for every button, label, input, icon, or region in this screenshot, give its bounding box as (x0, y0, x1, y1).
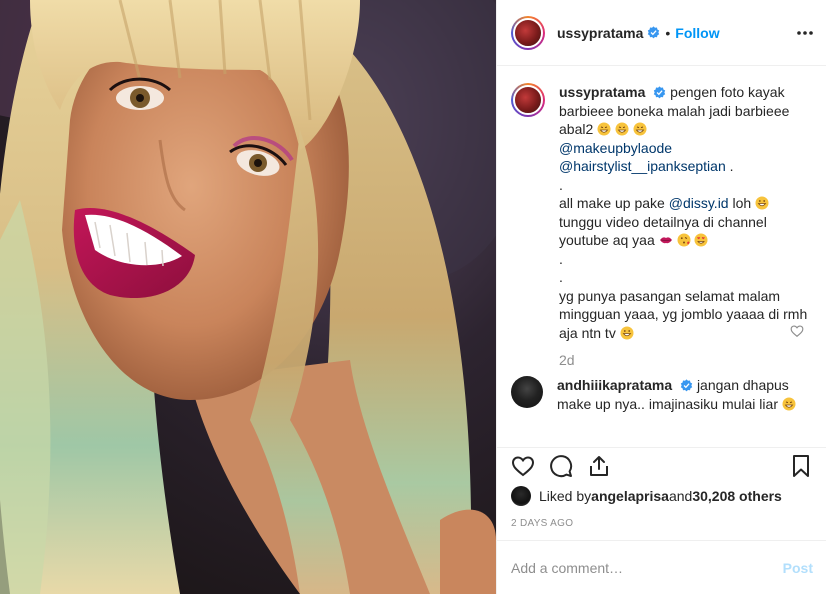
heart-eyes-emoji-icon (694, 233, 708, 247)
instagram-post: ussypratama • Follow ussypratama pengen … (0, 0, 826, 594)
caption-dot: . (559, 250, 563, 267)
caption-username[interactable]: ussypratama (559, 84, 645, 100)
caption-row: ussypratama pengen foto kayak barbieee b… (511, 83, 813, 342)
comment-text: andhiiikapratama jangan dhapus make up n… (557, 376, 807, 413)
mention-dissy[interactable]: @dissy.id (669, 195, 729, 211)
share-icon[interactable] (587, 454, 611, 478)
likes-count[interactable]: 30,208 others (692, 488, 782, 504)
likes-summary: Liked by angelaprisa and 30,208 others (511, 486, 782, 506)
post-photo[interactable] (0, 0, 496, 594)
post-header: ussypratama • Follow (497, 0, 826, 66)
commenter-username[interactable]: andhiiikapratama (557, 377, 672, 393)
grinning-sweat-emoji-icon (597, 122, 611, 136)
commenter-avatar[interactable] (511, 376, 543, 408)
verified-icon (648, 26, 660, 39)
grinning-sweat-emoji-icon (633, 122, 647, 136)
mention-hairstylist[interactable]: @hairstylist__ipankseptian (559, 158, 726, 174)
caption-timestamp[interactable]: 2d (559, 352, 813, 368)
likes-prefix: Liked by (539, 488, 592, 504)
add-comment-input[interactable] (511, 559, 783, 576)
likes-middle: and (668, 488, 693, 504)
post-details-panel: ussypratama • Follow ussypratama pengen … (496, 0, 826, 594)
verified-icon (680, 379, 693, 392)
mention-makeup[interactable]: @makeupbylaode (559, 140, 672, 156)
post-comment-button[interactable]: Post (783, 560, 813, 576)
post-image (0, 0, 496, 594)
caption-dot: . (559, 269, 563, 285)
comment-icon[interactable] (549, 454, 573, 478)
liker-username[interactable]: angelaprisa (591, 488, 669, 504)
caption-makeup-prefix: all make up pake (559, 195, 669, 211)
heart-icon[interactable] (511, 454, 535, 478)
mention-suffix: . (725, 158, 734, 174)
caption-makeup-suffix: loh (728, 195, 752, 211)
lips-emoji-icon (659, 237, 672, 244)
follow-button[interactable]: Follow (675, 25, 719, 41)
caption-last-line: yg punya pasangan selamat malam mingguan… (559, 287, 808, 341)
bookmark-icon[interactable] (789, 454, 813, 478)
grinning-emoji-icon (620, 326, 634, 339)
comments-section: ussypratama pengen foto kayak barbieee b… (497, 67, 826, 447)
small-heart-icon[interactable] (790, 324, 804, 338)
liker-avatar[interactable] (511, 486, 531, 506)
grinning-sweat-emoji-icon (615, 122, 629, 136)
header-separator: • (665, 24, 671, 41)
author-username[interactable]: ussypratama (557, 25, 643, 41)
caption-text: ussypratama pengen foto kayak barbieee b… (559, 83, 809, 342)
caption-dot: . (559, 176, 563, 193)
caption-author-avatar[interactable] (511, 83, 545, 117)
kissing-heart-emoji-icon (677, 233, 691, 247)
more-options-icon[interactable] (795, 24, 815, 42)
grinning-sweat-emoji-icon (782, 397, 796, 410)
grinning-emoji-icon (755, 196, 769, 210)
author-avatar[interactable] (511, 15, 545, 50)
comment-row: andhiiikapratama jangan dhapus make up n… (511, 376, 813, 413)
verified-icon (654, 86, 666, 99)
add-comment-bar: Post (497, 540, 826, 594)
action-bar (497, 447, 826, 483)
post-timestamp[interactable]: 2 DAYS AGO (511, 518, 573, 529)
